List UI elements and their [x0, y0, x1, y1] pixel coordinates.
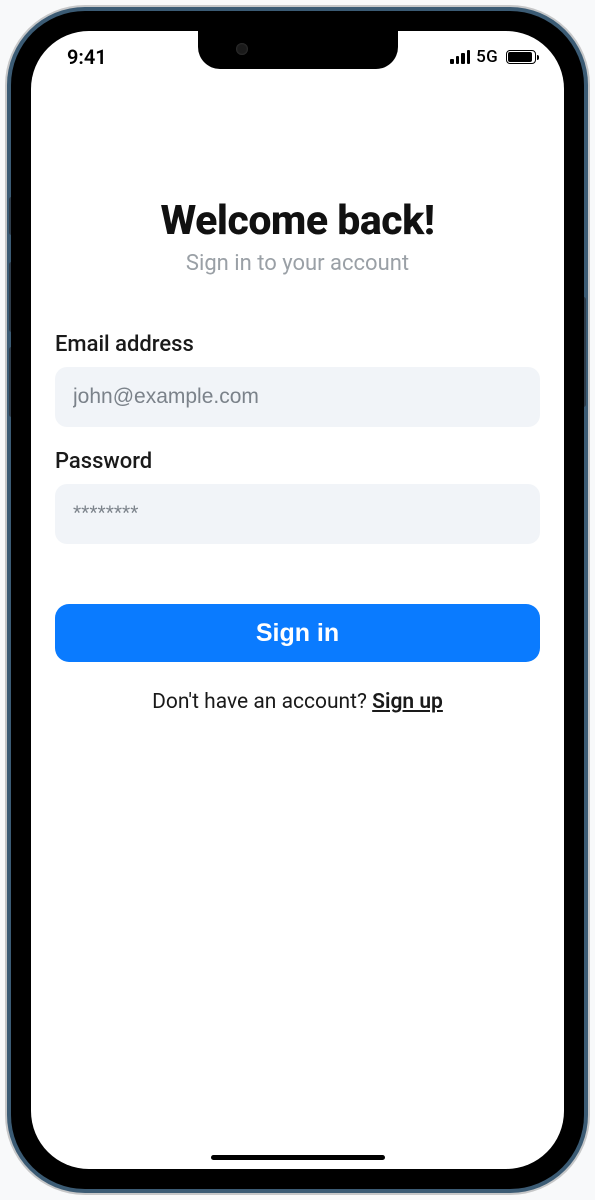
page-header: Welcome back! Sign in to your account [55, 197, 540, 276]
page-title: Welcome back! [55, 197, 540, 245]
signup-prompt: Don't have an account? Sign up [55, 690, 540, 714]
home-indicator[interactable] [211, 1155, 385, 1160]
email-label: Email address [55, 332, 540, 357]
password-input[interactable] [55, 484, 540, 544]
password-label: Password [55, 449, 540, 474]
device-bezel: 9:41 5G Welcome back! Sign in to your ac… [11, 11, 584, 1189]
page-subtitle: Sign in to your account [55, 251, 540, 276]
screen: 9:41 5G Welcome back! Sign in to your ac… [31, 31, 564, 1169]
status-time: 9:41 [67, 45, 107, 69]
battery-fill [508, 52, 532, 62]
device-frame: 9:41 5G Welcome back! Sign in to your ac… [7, 7, 588, 1193]
signup-prompt-text: Don't have an account? [152, 690, 372, 714]
network-type-label: 5G [476, 47, 498, 67]
signin-form: Email address Password Sign in Don't hav… [55, 332, 540, 714]
cellular-signal-icon [450, 50, 470, 64]
front-camera-icon [236, 43, 248, 55]
page-content: Welcome back! Sign in to your account Em… [31, 197, 564, 714]
signin-button[interactable]: Sign in [55, 604, 540, 662]
battery-icon [506, 50, 536, 64]
signup-link[interactable]: Sign up [372, 690, 443, 714]
email-field-group: Email address [55, 332, 540, 427]
password-field-group: Password [55, 449, 540, 544]
status-right: 5G [450, 47, 536, 67]
notch [198, 31, 398, 69]
email-input[interactable] [55, 367, 540, 427]
